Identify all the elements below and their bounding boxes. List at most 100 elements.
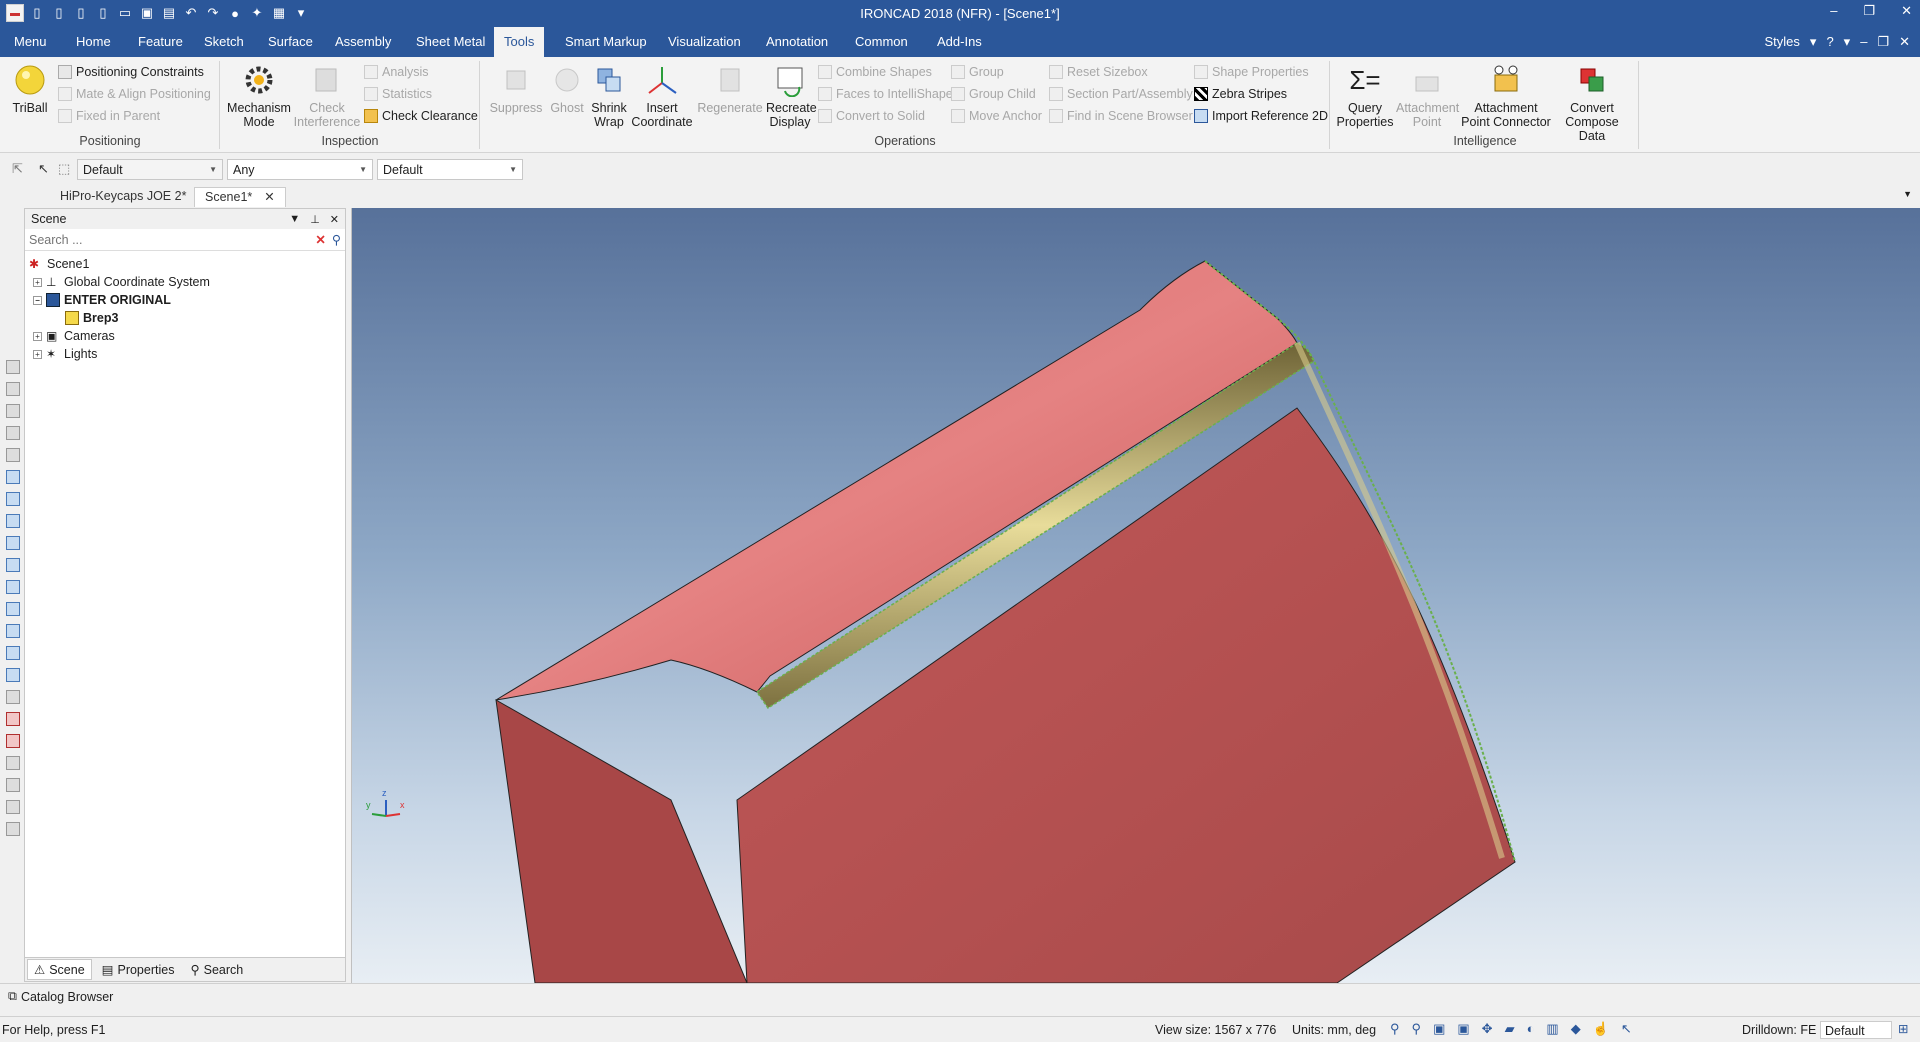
pointer-icon[interactable]: ↖ xyxy=(1621,1021,1632,1037)
tab-assembly[interactable]: Assembly xyxy=(325,27,401,57)
tab-feature[interactable]: Feature xyxy=(128,27,193,57)
tab-properties[interactable]: ▤ Properties xyxy=(96,960,181,979)
network-icon[interactable]: ⊞ xyxy=(1898,1021,1908,1036)
minimize-icon[interactable]: – xyxy=(1830,3,1837,19)
tab-common[interactable]: Common xyxy=(845,27,918,57)
mate-align-button[interactable]: Mate & Align Positioning xyxy=(58,85,211,103)
collapse-icon[interactable]: − xyxy=(33,295,42,305)
tool-icon[interactable] xyxy=(6,426,20,440)
faces-to-intellishape-button[interactable]: Faces to IntelliShape xyxy=(818,85,953,103)
tree-node-cameras[interactable]: + ▣ Cameras xyxy=(33,327,115,345)
tree-node-brep3[interactable]: Brep3 xyxy=(65,309,118,327)
positioning-constraints-button[interactable]: Positioning Constraints xyxy=(58,63,204,81)
rotate-icon[interactable] xyxy=(6,778,20,792)
lasso-icon[interactable]: ⬚ xyxy=(58,161,70,177)
tab-hipro-keycaps[interactable]: HiPro-Keycaps JOE 2* xyxy=(50,187,196,207)
recreate-display-button[interactable]: Recreate Display xyxy=(766,61,817,129)
suppress-button[interactable]: Suppress xyxy=(488,61,544,115)
combine-shapes-button[interactable]: Combine Shapes xyxy=(818,63,932,81)
tool-icon[interactable] xyxy=(6,822,20,836)
block-icon[interactable] xyxy=(6,580,20,594)
shape-properties-button[interactable]: Shape Properties xyxy=(1194,63,1309,81)
move-anchor-button[interactable]: Move Anchor xyxy=(951,107,1042,125)
restore-icon[interactable]: ❐ xyxy=(1863,3,1875,19)
import-reference-button[interactable]: Import Reference 2D xyxy=(1194,107,1328,125)
tab-scene1[interactable]: Scene1* ✕ xyxy=(194,187,286,207)
block-icon[interactable] xyxy=(6,536,20,550)
close-icon[interactable]: ✕ xyxy=(1899,34,1910,50)
group-button[interactable]: Group xyxy=(951,63,1004,81)
convert-to-solid-button[interactable]: Convert to Solid xyxy=(818,107,925,125)
chevron-down-icon[interactable]: ▾ xyxy=(1844,34,1851,50)
3d-viewport[interactable]: z x y xyxy=(351,208,1920,983)
clear-icon[interactable]: ✕ xyxy=(315,232,325,247)
view-icon[interactable]: ▣ xyxy=(1433,1021,1445,1037)
tab-scene[interactable]: ⚠ Scene xyxy=(27,959,92,980)
tab-sheet-metal[interactable]: Sheet Metal xyxy=(406,27,495,57)
find-in-scene-button[interactable]: Find in Scene Browser xyxy=(1049,107,1193,125)
query-properties-button[interactable]: Σ= Query Properties xyxy=(1334,61,1396,129)
selection-filter-combo[interactable]: Any ▼ xyxy=(227,159,373,180)
render-icon[interactable]: ▰ xyxy=(1505,1021,1515,1037)
tab-surface[interactable]: Surface xyxy=(258,27,323,57)
chevron-down-icon[interactable]: ▼ xyxy=(1903,189,1912,199)
tool-icon[interactable] xyxy=(6,448,20,462)
zebra-stripes-button[interactable]: Zebra Stripes xyxy=(1194,85,1287,103)
measure-icon[interactable] xyxy=(6,712,20,726)
search-input[interactable] xyxy=(29,232,316,247)
fixed-in-parent-button[interactable]: Fixed in Parent xyxy=(58,107,160,125)
block-icon[interactable] xyxy=(6,558,20,572)
expand-icon[interactable]: + xyxy=(33,277,42,287)
layer-combo[interactable]: Default ▼ xyxy=(377,159,523,180)
analysis-button[interactable]: Analysis xyxy=(364,63,429,81)
select-filter-icon[interactable]: ⇱ xyxy=(12,161,23,177)
section-part-button[interactable]: Section Part/Assembly xyxy=(1049,85,1193,103)
shrink-wrap-button[interactable]: Shrink Wrap xyxy=(589,61,629,129)
regenerate-button[interactable]: Regenerate xyxy=(694,61,766,115)
section-icon[interactable]: ▥ xyxy=(1546,1021,1558,1037)
orbit-icon[interactable]: ✥ xyxy=(1482,1021,1493,1037)
tool-icon[interactable] xyxy=(6,360,20,374)
block-icon[interactable] xyxy=(6,602,20,616)
block-icon[interactable] xyxy=(6,668,20,682)
close-icon[interactable]: ✕ xyxy=(264,190,274,204)
tab-add-ins[interactable]: Add-Ins xyxy=(927,27,992,57)
tab-menu[interactable]: Menu xyxy=(4,27,57,57)
block-icon[interactable] xyxy=(6,514,20,528)
rotate-icon[interactable] xyxy=(6,800,20,814)
view-style-icon[interactable]: ▣ xyxy=(1457,1021,1469,1037)
measure-icon[interactable] xyxy=(6,734,20,748)
tab-smart-markup[interactable]: Smart Markup xyxy=(555,27,657,57)
style-combo[interactable]: Default ▼ xyxy=(77,159,223,180)
tab-visualization[interactable]: Visualization xyxy=(658,27,751,57)
tool-icon[interactable] xyxy=(6,382,20,396)
block-icon[interactable] xyxy=(6,492,20,506)
zoom-window-icon[interactable]: ⚲ xyxy=(1412,1021,1422,1037)
hand-icon[interactable]: ☝ xyxy=(1593,1021,1609,1037)
restore-icon[interactable]: ❐ xyxy=(1877,34,1889,50)
group-child-button[interactable]: Group Child xyxy=(951,85,1036,103)
minimize-icon[interactable]: – xyxy=(1860,34,1867,50)
display-default-combo[interactable]: Default xyxy=(1820,1021,1892,1039)
block-icon[interactable] xyxy=(6,624,20,638)
expand-icon[interactable]: + xyxy=(33,349,42,359)
tab-search[interactable]: ⚲ Search xyxy=(184,960,249,979)
convert-compose-button[interactable]: Convert Compose Data xyxy=(1552,61,1632,143)
check-clearance-button[interactable]: Check Clearance xyxy=(364,107,478,125)
close-icon[interactable]: ✕ xyxy=(1901,3,1912,19)
ghost-button[interactable]: Ghost xyxy=(544,61,590,115)
help-icon[interactable]: ? xyxy=(1826,34,1833,50)
attachment-point-button[interactable]: Attachment Point xyxy=(1396,61,1459,129)
block-icon[interactable] xyxy=(6,646,20,660)
insert-coordinate-button[interactable]: Insert Coordinate xyxy=(630,61,694,129)
shading-icon[interactable]: ◐ xyxy=(1527,1021,1535,1037)
statistics-button[interactable]: Statistics xyxy=(364,85,432,103)
mechanism-mode-button[interactable]: Mechanism Mode xyxy=(226,61,292,129)
tree-node-scene1[interactable]: ✱ Scene1 xyxy=(29,255,89,273)
tool-icon[interactable] xyxy=(6,404,20,418)
tab-sketch[interactable]: Sketch xyxy=(194,27,254,57)
drilldown-selector[interactable]: Drilldown: FE xyxy=(1742,1023,1816,1037)
attachment-connector-button[interactable]: Attachment Point Connector xyxy=(1458,61,1554,129)
reset-sizebox-button[interactable]: Reset Sizebox xyxy=(1049,63,1148,81)
close-icon[interactable]: ✕ xyxy=(330,213,339,226)
